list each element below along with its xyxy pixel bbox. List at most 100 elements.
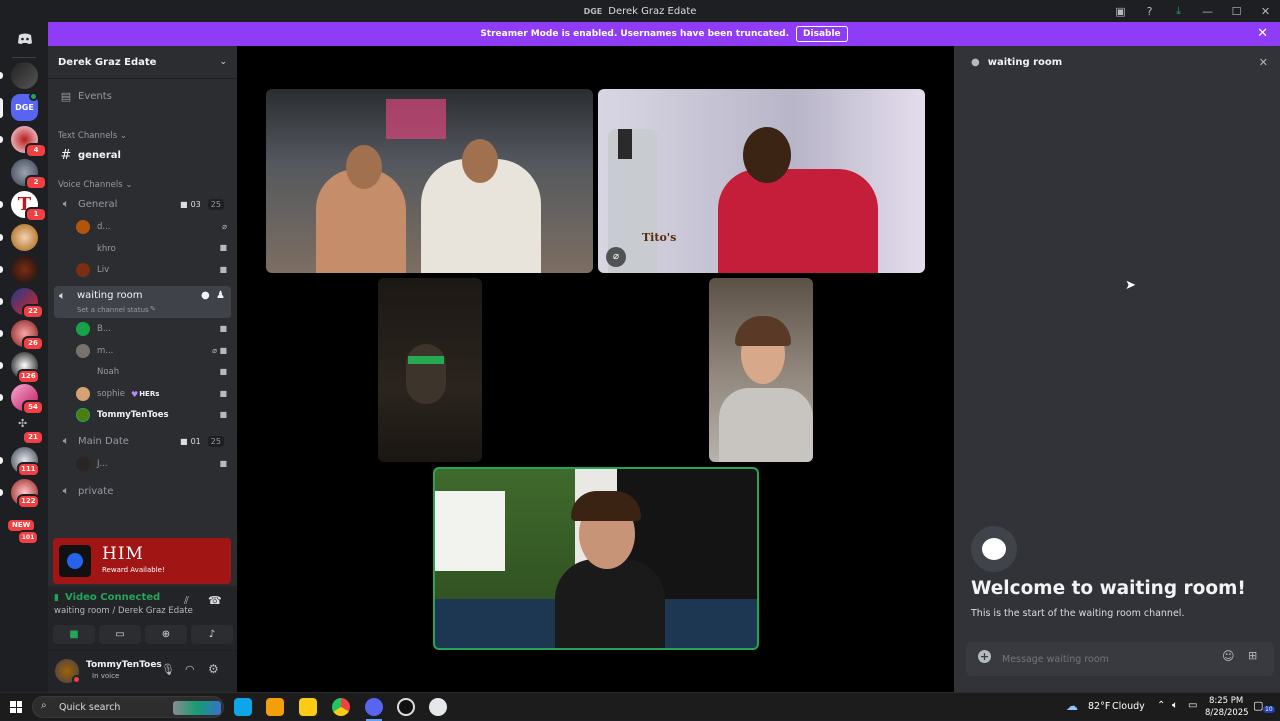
weather-condition[interactable]: Cloudy (1112, 701, 1145, 712)
channel-general[interactable]: # general (54, 148, 231, 163)
video-tile[interactable]: Tito's ⌀ (598, 89, 925, 273)
maximize-button[interactable]: ☐ (1222, 5, 1251, 18)
chevron-up-icon[interactable]: ⌃ (1157, 700, 1165, 711)
chevron-down-icon: ⌄ (219, 57, 227, 67)
close-button[interactable]: ✕ (1251, 5, 1280, 18)
voice-user[interactable]: Liv (76, 263, 226, 277)
invite-icon[interactable]: ♟ (216, 290, 225, 301)
voice-location[interactable]: waiting room / Derek Graz Edate (54, 606, 193, 616)
gamepad-icon[interactable]: ⊞ (1248, 649, 1257, 662)
search-icon: ⌕ (41, 700, 47, 711)
voice-user[interactable]: d... (76, 220, 226, 234)
server-icon[interactable] (11, 256, 38, 283)
voice-channel-general[interactable]: 🔈︎ General ■ 03 25 (54, 197, 231, 211)
avatar (76, 344, 90, 358)
headphones-icon[interactable]: ◠ (185, 663, 195, 676)
chat-icon[interactable]: ● (201, 290, 210, 301)
discord-taskbar-icon[interactable] (365, 698, 383, 716)
reward-promo[interactable]: HIM Reward Available! (53, 538, 231, 584)
voice-channel-waiting-room[interactable]: 🔈︎ waiting room Set a channel status ✎ ●… (54, 286, 231, 318)
video-tile[interactable] (266, 89, 593, 273)
unread-badge: 122 (17, 494, 40, 509)
chrome-icon[interactable] (332, 698, 350, 716)
server-icon[interactable] (11, 224, 38, 251)
unread-badge: 111 (17, 462, 40, 477)
add-server-icon[interactable]: ✣ (18, 417, 27, 430)
mic-icon[interactable]: 🎙︎ (161, 663, 175, 676)
voice-user[interactable]: m... (76, 344, 226, 358)
emoji-icon[interactable]: ☺ (1222, 649, 1235, 663)
add-attachment-icon[interactable]: + (978, 650, 991, 663)
unread-badge: 22 (22, 304, 44, 319)
file-explorer-icon[interactable] (266, 698, 284, 716)
voice-user[interactable]: TommyTenToes (76, 408, 226, 422)
screen-share-button[interactable]: ▭ (99, 625, 141, 644)
unread-badge: 4 (25, 143, 47, 158)
task-view-icon[interactable] (234, 698, 252, 716)
gear-icon[interactable]: ⚙ (208, 662, 219, 676)
disable-button[interactable]: Disable (796, 26, 848, 42)
server-icon[interactable] (11, 62, 38, 89)
camera-button[interactable]: ■ (53, 625, 95, 644)
unread-badge: 21 (22, 430, 44, 445)
category-voice-channels[interactable]: Voice Channels ⌄ (58, 180, 132, 190)
obs-icon[interactable] (397, 698, 415, 716)
minimize-button[interactable]: — (1193, 5, 1222, 18)
voice-user[interactable]: khro (76, 242, 226, 256)
search-box[interactable]: ⌕ Quick search (32, 696, 224, 718)
video-tile[interactable] (378, 278, 482, 462)
chat-icon: ● (971, 56, 980, 68)
voice-user[interactable]: B... (76, 322, 226, 336)
muted-video-icon: ⌀ (222, 222, 227, 231)
sticky-notes-icon[interactable] (299, 698, 317, 716)
voice-user[interactable]: J... (76, 457, 226, 471)
window-title: Derek Graz Edate (608, 5, 697, 17)
discord-home-icon[interactable] (11, 25, 38, 52)
download-icon[interactable]: ⤓ (1164, 4, 1193, 18)
clock-time[interactable]: 8:25 PM (1209, 696, 1243, 706)
voice-connection-panel: ▮ Video Connected waiting room / Derek G… (48, 586, 237, 650)
video-camera-icon: ■ (219, 459, 227, 468)
disconnect-icon[interactable]: ☎ (208, 594, 222, 607)
video-camera-icon: ■ (219, 243, 227, 252)
volume-icon[interactable]: 🔈︎ (1172, 700, 1178, 711)
window-titlebar: DGE Derek Graz Edate ▣ ? ⤓ — ☐ ✕ (0, 0, 1280, 22)
chat-icon (971, 526, 1017, 572)
message-input[interactable] (1002, 649, 1202, 669)
promo-title: HIM (102, 544, 144, 564)
voice-channel-main-date[interactable]: 🔈︎ Main Date ■ 01 25 (54, 434, 231, 448)
app-icon[interactable] (429, 698, 447, 716)
video-camera-icon: ■ (219, 265, 227, 274)
voice-status[interactable]: Video Connected (65, 592, 160, 603)
video-tile[interactable] (709, 278, 813, 462)
close-icon[interactable]: ✕ (1257, 26, 1268, 41)
unread-badge: 126 (17, 369, 40, 384)
channel-status[interactable]: Set a channel status (77, 306, 149, 314)
avatar (76, 220, 90, 234)
avatar (76, 387, 90, 401)
guild-header[interactable]: Derek Graz Edate ⌄ (48, 46, 237, 78)
username[interactable]: TommyTenToes (86, 660, 162, 670)
streamer-mode-banner: Streamer Mode is enabled. Usernames have… (48, 22, 1280, 46)
noise-suppression-icon[interactable]: ⫽ (184, 594, 189, 608)
windows-start-icon[interactable] (10, 701, 22, 713)
voice-channel-private[interactable]: 🔈︎ private (54, 484, 231, 498)
events-item[interactable]: ▤ Events (54, 90, 231, 103)
welcome-subtitle: This is the start of the waiting room ch… (971, 608, 1185, 619)
voice-user[interactable]: Noah (76, 365, 226, 379)
network-icon[interactable]: ▭ (1188, 700, 1197, 711)
soundboard-button[interactable]: ♪ (191, 625, 233, 644)
user-count: 25 (207, 435, 224, 447)
weather-temp[interactable]: 82°F (1088, 701, 1110, 712)
muted-video-icon: ⌀ (606, 247, 626, 267)
cast-icon[interactable]: ▣ (1106, 5, 1135, 18)
category-text-channels[interactable]: Text Channels ⌄ (58, 131, 127, 141)
notification-icon[interactable]: ▢ (1253, 699, 1263, 712)
help-icon[interactable]: ? (1135, 5, 1164, 18)
activity-button[interactable]: ⊕ (145, 625, 187, 644)
video-tile-self[interactable] (433, 467, 759, 650)
voice-user[interactable]: sophie ♥ HERs (76, 387, 226, 401)
video-camera-icon: ■ (180, 436, 188, 446)
close-icon[interactable]: ✕ (1259, 56, 1268, 69)
clock-date[interactable]: 8/28/2025 (1205, 708, 1249, 718)
